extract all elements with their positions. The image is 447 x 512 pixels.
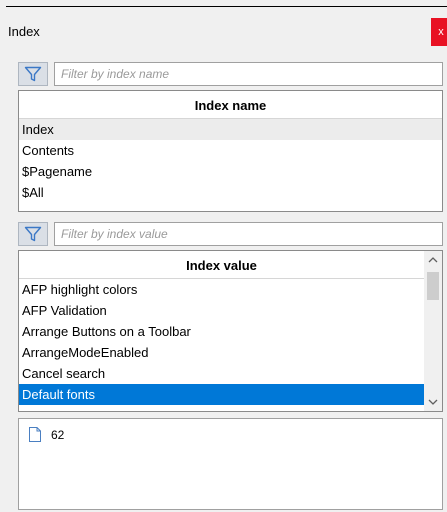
list-item[interactable]: $Pagename <box>19 161 442 182</box>
name-filter-button[interactable] <box>18 62 48 86</box>
list-item[interactable]: Index <box>19 119 442 140</box>
results-list: 62 <box>18 418 443 510</box>
list-item[interactable]: $All <box>19 182 442 203</box>
list-item[interactable]: Arrange Buttons on a Toolbar <box>19 321 424 342</box>
index-value-list-viewport: ︿ Index value AFP highlight colors AFP V… <box>19 251 424 411</box>
close-button[interactable]: x <box>431 18 447 46</box>
list-item-selected[interactable]: Default fonts <box>19 384 424 405</box>
result-item[interactable]: 62 <box>29 427 64 442</box>
index-name-list: ﹀ Index name Index Contents $Pagename $A… <box>18 90 443 212</box>
value-filter-button[interactable] <box>18 222 48 246</box>
sort-up-icon: ︿ <box>19 251 424 252</box>
index-value-header-label: Index value <box>186 258 257 273</box>
result-label: 62 <box>51 427 65 442</box>
filter-icon <box>24 226 42 242</box>
index-value-column-header[interactable]: ︿ Index value <box>19 251 424 279</box>
scroll-up-icon[interactable] <box>424 251 442 269</box>
index-panel: Index x ﹀ Index name Index Contents $Pag… <box>0 0 447 512</box>
index-value-list: ︿ Index value AFP highlight colors AFP V… <box>18 250 443 412</box>
name-filter-input[interactable] <box>54 62 443 86</box>
scrollbar-thumb[interactable] <box>427 272 439 300</box>
index-name-header-label: Index name <box>194 98 267 113</box>
list-item[interactable]: ArrangeModeEnabled <box>19 342 424 363</box>
scroll-down-icon[interactable] <box>424 393 442 411</box>
list-item[interactable]: AFP highlight colors <box>19 279 424 300</box>
list-item[interactable]: AFP Validation <box>19 300 424 321</box>
list-item[interactable]: Contents <box>19 140 442 161</box>
value-filter-input[interactable] <box>54 222 443 246</box>
filter-icon <box>24 66 42 82</box>
panel-title: Index <box>8 24 40 39</box>
index-name-column-header[interactable]: ﹀ Index name <box>19 91 442 119</box>
page-icon <box>29 427 41 442</box>
vertical-scrollbar[interactable] <box>424 251 442 411</box>
sort-down-icon: ﹀ <box>19 91 442 92</box>
top-border <box>6 6 447 7</box>
list-item[interactable]: Cancel search <box>19 363 424 384</box>
